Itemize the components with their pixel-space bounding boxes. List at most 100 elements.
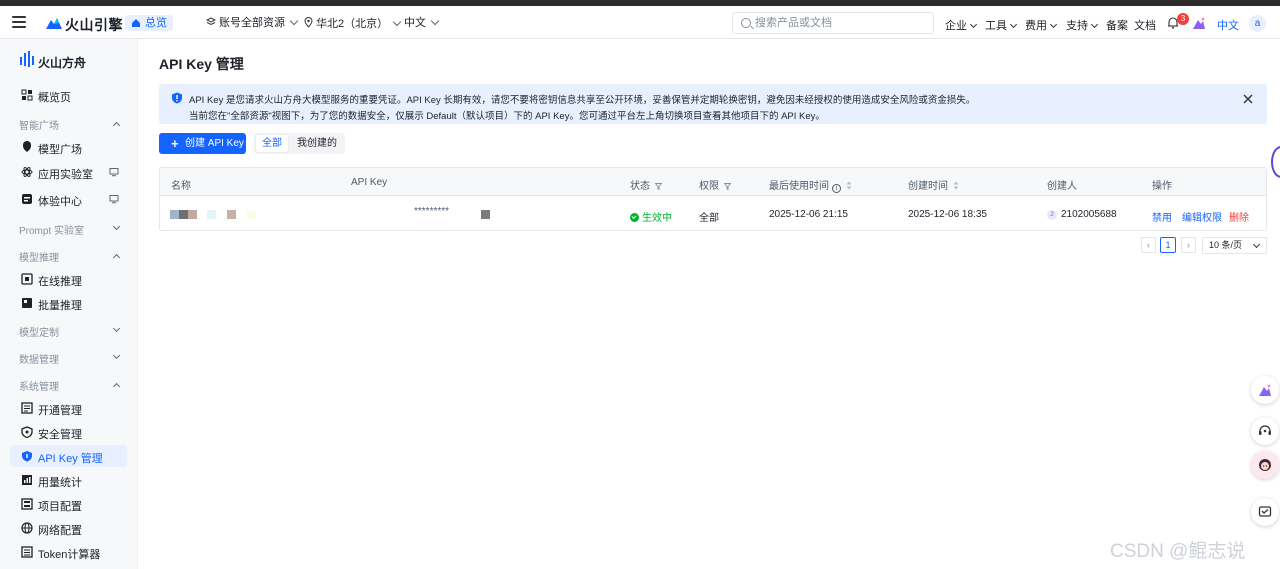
menu-icon[interactable] bbox=[12, 16, 26, 28]
api-key-masked: ********* bbox=[414, 206, 450, 217]
region-dropdown[interactable]: 华北2（北京） bbox=[304, 16, 402, 31]
info-icon[interactable]: i bbox=[832, 184, 841, 193]
menu-tools[interactable]: 工具 bbox=[985, 17, 1018, 33]
sidebar-item-label: 批量推理 bbox=[38, 300, 82, 312]
sidebar-item-batch-inference[interactable]: 批量推理 bbox=[10, 292, 127, 314]
sidebar: 火山方舟 概览页 智能广场 模型广场 应用实验室 体验中心 Prompt 实验室… bbox=[0, 39, 138, 569]
batch-inference-icon bbox=[22, 298, 32, 308]
menu-billing[interactable]: 费用 bbox=[1025, 17, 1058, 33]
page-size-select[interactable]: 10 条/页 bbox=[1202, 237, 1267, 254]
customer-service-button[interactable] bbox=[1251, 417, 1279, 445]
menu-support-label: 支持 bbox=[1066, 20, 1088, 32]
brand-name[interactable]: 火山引擎 bbox=[65, 15, 123, 35]
next-page-button[interactable]: › bbox=[1181, 237, 1196, 253]
page-title: API Key 管理 bbox=[159, 56, 244, 72]
created-value: 2025-12-06 18:35 bbox=[908, 209, 987, 220]
user-avatar[interactable]: a bbox=[1249, 15, 1266, 32]
sidebar-item-activation[interactable]: 开通管理 bbox=[10, 397, 127, 419]
sidebar-item-experience[interactable]: 体验中心 bbox=[10, 188, 127, 210]
create-api-key-button[interactable]: + 创建 API Key bbox=[159, 133, 246, 154]
sidebar-item-model-square[interactable]: 模型广场 bbox=[10, 136, 127, 158]
notice-text-line2: 当前您在"全部资源"视图下，为了您的数据安全，仅展示 Default（默认项目）… bbox=[189, 111, 825, 122]
sort-icon[interactable] bbox=[846, 181, 852, 190]
column-actions: 操作 bbox=[1152, 181, 1172, 192]
sidebar-item-label: API Key 管理 bbox=[38, 453, 103, 465]
chevron-down-icon bbox=[112, 351, 121, 360]
feedback-button[interactable] bbox=[1251, 498, 1279, 526]
column-creator: 创建人 bbox=[1047, 181, 1077, 192]
app-lab-icon bbox=[21, 167, 33, 177]
column-status-label: 状态 bbox=[630, 181, 650, 192]
filter-icon[interactable] bbox=[655, 183, 662, 190]
ark-logo-icon bbox=[20, 51, 34, 67]
plus-icon: + bbox=[171, 136, 179, 151]
sidebar-group-data-management[interactable]: 数据管理 bbox=[19, 351, 127, 366]
api-key-table: 名称 API Key 状态 权限 最后使用时间 i 创建时间 创建人 操作 ***… bbox=[159, 167, 1267, 231]
menu-support[interactable]: 支持 bbox=[1066, 17, 1099, 33]
disable-button[interactable]: 禁用 bbox=[1152, 209, 1172, 224]
assistant-avatar-button[interactable] bbox=[1251, 451, 1279, 479]
sidebar-group-smart-square[interactable]: 智能广场 bbox=[19, 117, 127, 132]
filter-all-tab[interactable]: 全部 bbox=[256, 135, 288, 152]
side-panel-handle[interactable] bbox=[1271, 146, 1280, 178]
home-overview-button[interactable]: 总览 bbox=[125, 15, 173, 31]
redaction-block bbox=[179, 210, 188, 219]
calculator-icon bbox=[21, 546, 33, 558]
language-switch-link[interactable]: 中文 bbox=[1217, 17, 1239, 33]
search-input[interactable] bbox=[755, 16, 925, 30]
sidebar-item-label: 概览页 bbox=[38, 92, 71, 104]
chevron-up-icon bbox=[112, 253, 121, 262]
sidebar-group-system-management[interactable]: 系统管理 bbox=[19, 378, 127, 393]
sort-icon[interactable] bbox=[953, 181, 959, 190]
sidebar-item-label: 项目配置 bbox=[38, 501, 82, 513]
menu-tools-label: 工具 bbox=[985, 20, 1007, 32]
sidebar-group-model-customization[interactable]: 模型定制 bbox=[19, 324, 127, 339]
sidebar-item-overview[interactable]: 概览页 bbox=[10, 84, 127, 106]
ai-assistant-button[interactable] bbox=[1251, 376, 1279, 404]
language-dropdown[interactable]: 中文 bbox=[404, 16, 440, 30]
menu-docs[interactable]: 文档 bbox=[1134, 17, 1156, 33]
page-size-label: 10 条/页 bbox=[1209, 240, 1243, 250]
filter-mine-tab[interactable]: 我创建的 bbox=[292, 135, 342, 152]
sidebar-item-project-config[interactable]: 项目配置 bbox=[10, 493, 127, 515]
ai-assistant-icon[interactable] bbox=[1192, 16, 1206, 30]
chevron-down-icon bbox=[969, 20, 978, 29]
sidebar-item-network-config[interactable]: 网络配置 bbox=[10, 517, 127, 539]
notification-badge: 3 bbox=[1177, 13, 1189, 25]
sidebar-group-prompt-lab[interactable]: Prompt 实验室 bbox=[19, 222, 127, 237]
sidebar-item-security[interactable]: 安全管理 bbox=[10, 421, 127, 443]
experience-icon bbox=[22, 194, 32, 204]
close-icon[interactable] bbox=[1243, 94, 1253, 104]
delete-button[interactable]: 删除 bbox=[1229, 209, 1249, 224]
location-pin-icon bbox=[304, 17, 313, 28]
column-created-label: 创建时间 bbox=[908, 181, 948, 192]
redaction-block bbox=[188, 210, 197, 219]
account-scope-dropdown[interactable]: 账号全部资源 bbox=[205, 16, 299, 30]
menu-enterprise[interactable]: 企业 bbox=[945, 17, 978, 33]
info-notice: API Key 是您请求火山方舟大模型服务的重要凭证。API Key 长期有效，… bbox=[159, 84, 1267, 124]
sidebar-item-app-lab[interactable]: 应用实验室 bbox=[10, 161, 127, 183]
page-number-current[interactable]: 1 bbox=[1160, 237, 1176, 253]
filter-icon[interactable] bbox=[724, 183, 731, 190]
chevron-down-icon bbox=[1090, 20, 1099, 29]
creator-avatar: 2 bbox=[1047, 210, 1057, 220]
column-last-used: 最后使用时间 i bbox=[769, 177, 852, 193]
sidebar-group-label: 模型推理 bbox=[19, 253, 59, 264]
edit-permission-button[interactable]: 编辑权限 bbox=[1182, 209, 1222, 224]
sidebar-item-api-key[interactable]: API Key 管理 bbox=[10, 445, 127, 467]
sidebar-item-label: 用量统计 bbox=[38, 477, 82, 489]
column-last-used-label: 最后使用时间 bbox=[769, 181, 829, 192]
sidebar-item-label: 网络配置 bbox=[38, 525, 82, 537]
ownership-filter: 全部 我创建的 bbox=[254, 133, 345, 154]
creator-id: 2102005688 bbox=[1061, 209, 1117, 220]
prev-page-button[interactable]: ‹ bbox=[1141, 237, 1156, 253]
monitor-icon bbox=[109, 195, 119, 204]
sidebar-group-model-inference[interactable]: 模型推理 bbox=[19, 249, 127, 264]
sidebar-item-token-calculator[interactable]: Token计算器 bbox=[10, 541, 127, 563]
sidebar-item-usage[interactable]: 用量统计 bbox=[10, 469, 127, 491]
sidebar-item-online-inference[interactable]: 在线推理 bbox=[10, 268, 127, 290]
language-label: 中文 bbox=[404, 17, 426, 29]
search-box[interactable] bbox=[732, 12, 934, 34]
notice-text-line1: API Key 是您请求火山方舟大模型服务的重要凭证。API Key 长期有效，… bbox=[189, 95, 976, 106]
menu-filing[interactable]: 备案 bbox=[1106, 17, 1128, 33]
